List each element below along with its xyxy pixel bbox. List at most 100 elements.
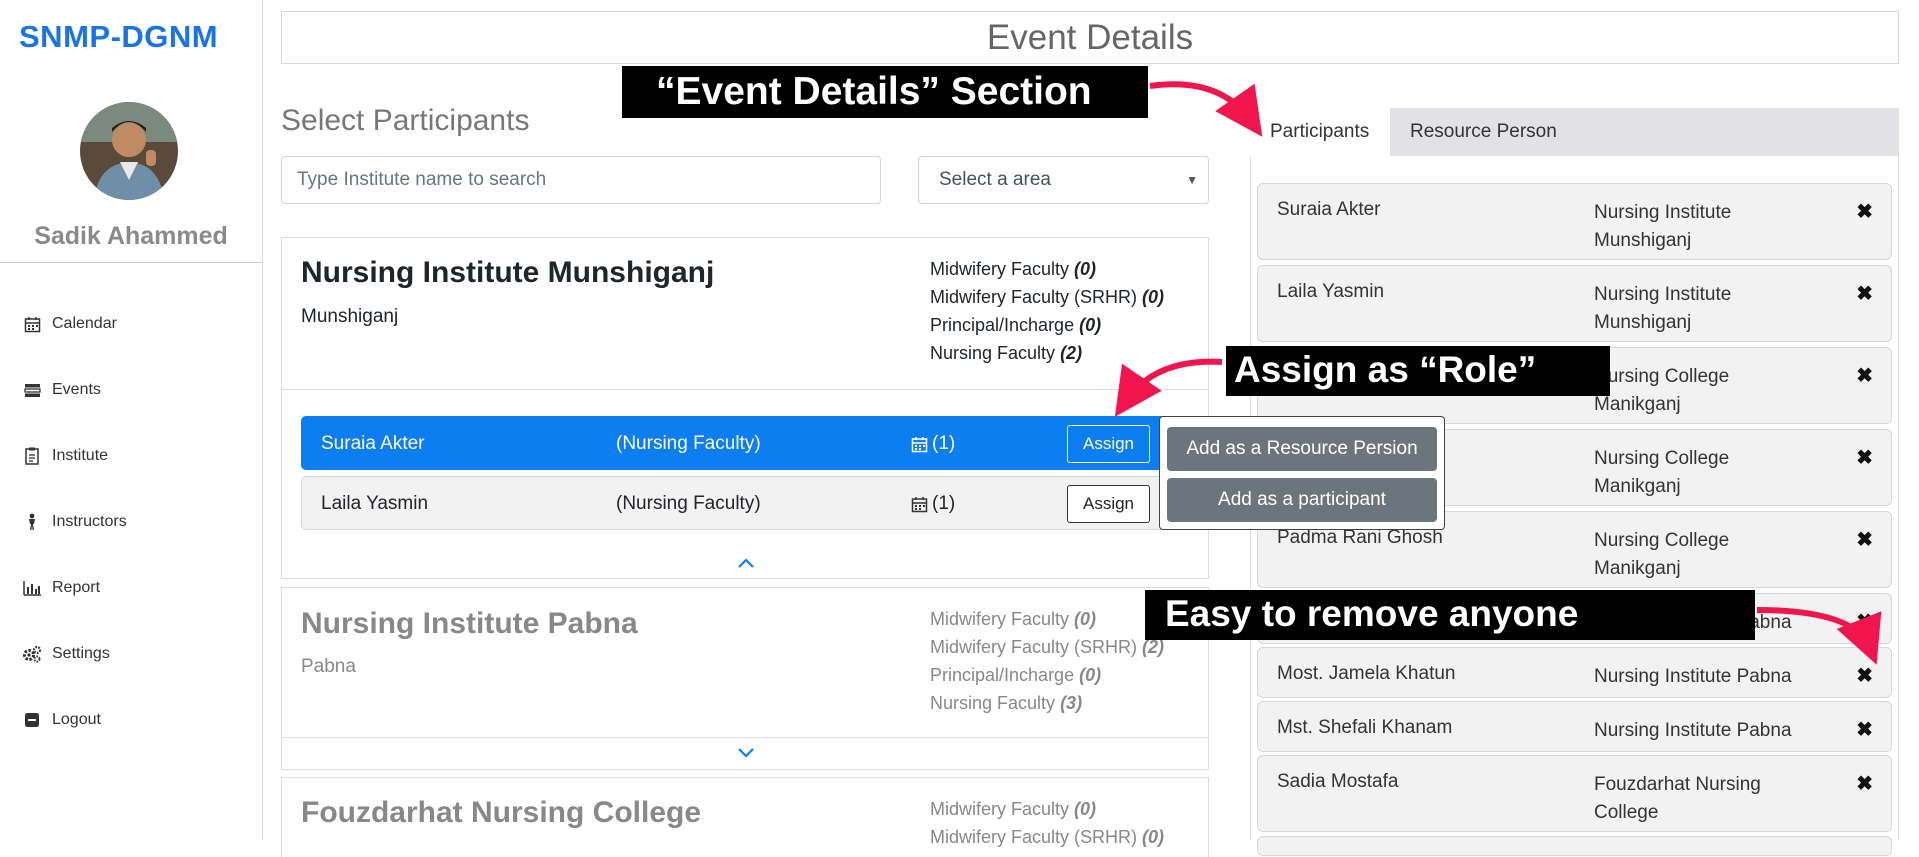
sidebar-item-label: Settings bbox=[52, 645, 110, 662]
selected-item: Laila Yasmin Nursing Institute Munshigan… bbox=[1257, 265, 1892, 342]
faculty-row: Midwifery Faculty (SRHR) (0) bbox=[930, 287, 1165, 307]
selected-item: Most. Jamela Khatun Nursing Institute Pa… bbox=[1257, 647, 1892, 698]
remove-icon[interactable]: ✖ bbox=[1856, 445, 1873, 470]
calendar-icon bbox=[911, 436, 928, 452]
avatar bbox=[80, 102, 178, 200]
bar-chart-icon bbox=[22, 579, 42, 597]
participant-row[interactable]: Suraia Akter (Nursing Faculty) (1) Assig… bbox=[301, 416, 1188, 470]
remove-icon[interactable]: ✖ bbox=[1856, 663, 1873, 688]
event-count: (1) bbox=[911, 433, 955, 455]
institute-icon bbox=[22, 447, 42, 465]
selected-item bbox=[1257, 836, 1892, 856]
participant-role: (Nursing Faculty) bbox=[616, 493, 761, 514]
event-count-value: (1) bbox=[932, 433, 956, 454]
selected-institute: Nursing Institute Pabna bbox=[1594, 720, 1792, 741]
selected-item: Mst. Shefali Khanam Nursing Institute Pa… bbox=[1257, 701, 1892, 752]
events-icon bbox=[22, 381, 42, 399]
sidebar-item-events[interactable]: Events bbox=[22, 381, 101, 399]
selected-institute: Fouzdarhat Nursing College bbox=[1594, 774, 1761, 823]
add-participant-button[interactable]: Add as a participant bbox=[1167, 478, 1437, 522]
remove-icon[interactable]: ✖ bbox=[1856, 771, 1873, 796]
assign-button[interactable]: Assign bbox=[1067, 485, 1150, 523]
remove-icon[interactable]: ✖ bbox=[1856, 717, 1873, 742]
faculty-row: Midwifery Faculty (SRHR) (0) bbox=[930, 827, 1165, 847]
remove-icon[interactable]: ✖ bbox=[1856, 527, 1873, 552]
logout-icon bbox=[22, 711, 42, 729]
tab-resource-person[interactable]: Resource Person bbox=[1390, 108, 1577, 156]
institute-name: Nursing Institute Pabna bbox=[301, 607, 638, 640]
calendar-icon bbox=[22, 315, 42, 333]
participant-name: Laila Yasmin bbox=[321, 493, 429, 514]
sidebar-item-report[interactable]: Report bbox=[22, 579, 100, 597]
calendar-icon bbox=[911, 496, 928, 512]
tab-participants[interactable]: Participants bbox=[1250, 108, 1390, 156]
selected-institute: Nursing Institute Munshiganj bbox=[1594, 202, 1732, 251]
faculty-row: Midwifery Faculty (0) bbox=[930, 259, 1097, 279]
institute-card: Fouzdarhat Nursing College Midwifery Fac… bbox=[281, 777, 1209, 857]
selected-item: Suraia Akter Nursing Institute Munshigan… bbox=[1257, 183, 1892, 260]
faculty-row: Midwifery Faculty (0) bbox=[930, 799, 1097, 819]
selected-name: Sadia Mostafa bbox=[1277, 771, 1399, 792]
institute-search-input[interactable] bbox=[281, 156, 881, 204]
remove-icon[interactable]: ✖ bbox=[1856, 199, 1873, 224]
dropdown-caret-icon: ▼ bbox=[1186, 173, 1198, 187]
selected-institute: Nursing College Manikganj bbox=[1594, 448, 1730, 497]
sidebar-item-instructors[interactable]: Instructors bbox=[22, 513, 127, 531]
tabs-bar: Participants Resource Person bbox=[1250, 108, 1899, 156]
selected-institute: Nursing College Manikganj bbox=[1594, 366, 1730, 415]
participant-name: Suraia Akter bbox=[321, 433, 425, 454]
institute-card: Nursing Institute Pabna Pabna Midwifery … bbox=[281, 587, 1209, 770]
faculty-row: Midwifery Faculty (0) bbox=[930, 609, 1097, 629]
brand-logo: SNMP-DGNM bbox=[19, 19, 219, 54]
sidebar-item-label: Report bbox=[52, 579, 101, 596]
faculty-counts: Midwifery Faculty (0) Midwifery Faculty … bbox=[930, 795, 1164, 851]
selected-name: Padma Rani Ghosh bbox=[1277, 527, 1443, 548]
add-resource-person-button[interactable]: Add as a Resource Persion bbox=[1167, 427, 1437, 471]
annotation-event-details: “Event Details” Section bbox=[622, 66, 1148, 118]
remove-icon[interactable]: ✖ bbox=[1856, 609, 1873, 634]
instructor-icon bbox=[22, 513, 42, 531]
sidebar-item-logout[interactable]: Logout bbox=[22, 711, 101, 729]
sidebar: SNMP-DGNM Sadik Ahammed Calendar Events … bbox=[0, 0, 263, 840]
area-select[interactable]: Select a area ▼ bbox=[918, 156, 1209, 204]
chevron-down-icon[interactable] bbox=[736, 745, 756, 759]
institute-location: Pabna bbox=[301, 656, 356, 677]
selected-institute: Nursing College Manikganj bbox=[1594, 530, 1730, 579]
faculty-row: Midwifery Faculty (SRHR) (2) bbox=[930, 637, 1165, 657]
sidebar-divider bbox=[0, 262, 262, 263]
faculty-counts: Midwifery Faculty (0) Midwifery Faculty … bbox=[930, 255, 1164, 367]
assign-button[interactable]: Assign bbox=[1067, 425, 1150, 463]
sidebar-item-label: Calendar bbox=[52, 315, 117, 332]
sidebar-item-label: Events bbox=[52, 381, 101, 398]
annotation-assign-role: Assign as “Role” bbox=[1226, 346, 1610, 396]
sidebar-item-institute[interactable]: Institute bbox=[22, 447, 108, 465]
remove-icon[interactable]: ✖ bbox=[1856, 281, 1873, 306]
area-select-value: Select a area bbox=[939, 169, 1051, 190]
sidebar-item-label: Instructors bbox=[52, 513, 127, 530]
sidebar-item-settings[interactable]: Settings bbox=[22, 645, 110, 663]
faculty-row: Principal/Incharge (0) bbox=[930, 665, 1102, 685]
institute-name: Nursing Institute Munshiganj bbox=[301, 256, 715, 289]
selected-institute: Nursing Institute Pabna bbox=[1594, 666, 1792, 687]
card-divider bbox=[282, 389, 1208, 390]
chevron-up-icon[interactable] bbox=[736, 556, 756, 570]
selected-institute: Nursing Institute Munshiganj bbox=[1594, 284, 1732, 333]
participant-row[interactable]: Laila Yasmin (Nursing Faculty) (1) Assig… bbox=[301, 476, 1188, 530]
arrow-event-details bbox=[1149, 81, 1263, 137]
sidebar-item-calendar[interactable]: Calendar bbox=[22, 315, 117, 333]
faculty-row: Nursing Faculty (3) bbox=[930, 693, 1083, 713]
selected-name: Laila Yasmin bbox=[1277, 281, 1385, 302]
user-name: Sadik Ahammed bbox=[34, 222, 228, 250]
participant-role: (Nursing Faculty) bbox=[616, 433, 761, 454]
page-title: Event Details bbox=[281, 11, 1899, 64]
card-divider bbox=[282, 737, 1208, 738]
remove-icon[interactable]: ✖ bbox=[1856, 363, 1873, 388]
event-count-value: (1) bbox=[932, 493, 956, 514]
faculty-counts: Midwifery Faculty (0) Midwifery Faculty … bbox=[930, 605, 1164, 717]
selected-name: Most. Jamela Khatun bbox=[1277, 663, 1456, 684]
faculty-row: Principal/Incharge (0) bbox=[930, 315, 1102, 335]
institute-location: Munshiganj bbox=[301, 306, 399, 327]
selected-item: Sadia Mostafa Fouzdarhat Nursing College… bbox=[1257, 755, 1892, 832]
annotation-easy-remove: Easy to remove anyone bbox=[1145, 590, 1755, 640]
gears-icon bbox=[22, 645, 42, 663]
